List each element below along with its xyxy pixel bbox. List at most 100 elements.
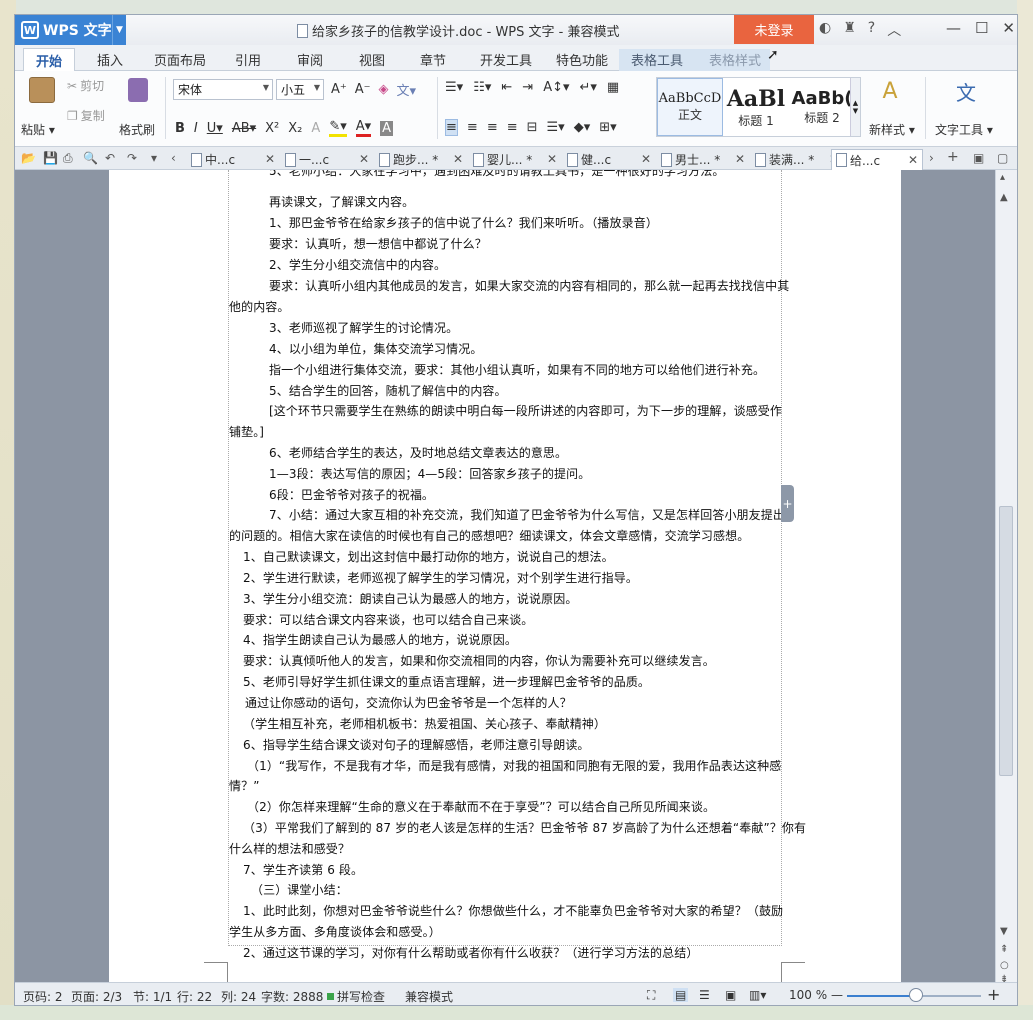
- cut-button[interactable]: ✂ 剪切: [67, 77, 104, 94]
- document-body[interactable]: 5、老师小结：大家在学习中，遇到困难及时的请教工具书，是一种很好的学习方法。 再…: [228, 170, 806, 960]
- page[interactable]: 5、老师小结：大家在学习中，遇到困难及时的请教工具书，是一种很好的学习方法。 再…: [109, 170, 901, 982]
- close-tab-icon[interactable]: ✕: [359, 152, 369, 166]
- align-left-icon[interactable]: ≡: [445, 119, 458, 136]
- spell-check-toggle[interactable]: 拼写检查: [327, 988, 385, 1005]
- tab-scroll-left-icon[interactable]: ‹: [171, 151, 176, 165]
- scroll-top-icon[interactable]: ▴: [1000, 172, 1005, 183]
- doc-tab[interactable]: 跑步... * ✕: [375, 149, 467, 170]
- text-effect-icon[interactable]: A: [311, 121, 320, 136]
- close-tab-icon[interactable]: ✕: [641, 152, 651, 166]
- bullet-list-icon[interactable]: ☰▾: [445, 80, 463, 95]
- minimize-icon[interactable]: —: [946, 19, 961, 37]
- phonetic-icon[interactable]: 文▾: [397, 80, 417, 99]
- save-icon[interactable]: 💾: [43, 151, 58, 165]
- chevron-down-icon[interactable]: ▼: [112, 15, 126, 45]
- char-shading-icon[interactable]: A: [380, 120, 394, 136]
- shading-icon[interactable]: ◆▾: [574, 120, 591, 135]
- close-tab-icon[interactable]: ✕: [547, 152, 557, 166]
- reading-view-icon[interactable]: ▥▾: [749, 988, 766, 1002]
- text-tools-button[interactable]: 文字工具 ▾: [935, 121, 993, 138]
- paste-label[interactable]: 粘贴 ▾: [21, 121, 55, 138]
- highlight-icon[interactable]: ✎▾: [329, 119, 347, 137]
- new-tab-icon[interactable]: +: [947, 149, 959, 165]
- doc-tab[interactable]: 中...c ✕: [187, 149, 279, 170]
- style-normal[interactable]: AaBbCcD 正文: [657, 78, 723, 136]
- doc-tab[interactable]: 装满... *✕: [751, 149, 843, 170]
- tab-page-layout[interactable]: 页面布局: [147, 48, 213, 71]
- close-tab-icon[interactable]: ✕: [453, 152, 463, 166]
- fullscreen-view-icon[interactable]: ⛶: [647, 988, 655, 1003]
- status-word-count[interactable]: 字数: 2888: [261, 988, 323, 1005]
- copy-button[interactable]: ❐ 复制: [67, 107, 105, 124]
- tab-scroll-right-icon[interactable]: ›: [929, 151, 934, 165]
- tab-list-icon[interactable]: ▣: [973, 151, 984, 165]
- select-browse-object-icon[interactable]: ○: [1000, 960, 1009, 971]
- outline-view-icon[interactable]: ☰: [699, 988, 710, 1002]
- text-tools-icon[interactable]: 文: [951, 77, 981, 105]
- tab-table-style[interactable]: 表格样式: [701, 48, 769, 71]
- italic-icon[interactable]: I: [194, 121, 198, 136]
- doc-tab[interactable]: 一...c ✕: [281, 149, 373, 170]
- align-center-icon[interactable]: ≡: [467, 120, 478, 135]
- tab-developer[interactable]: 开发工具: [473, 48, 539, 71]
- superscript-icon[interactable]: X²: [265, 121, 279, 136]
- format-painter-label[interactable]: 格式刷: [119, 121, 155, 138]
- shrink-font-icon[interactable]: A⁻: [355, 82, 371, 97]
- strikethrough-icon[interactable]: AB▾: [232, 121, 256, 136]
- close-icon[interactable]: ✕: [1002, 19, 1015, 37]
- table-icon[interactable]: ▦: [607, 80, 619, 95]
- doc-tab[interactable]: 男士... * ✕: [657, 149, 749, 170]
- tab-review[interactable]: 审阅: [289, 48, 331, 71]
- zoom-slider-handle[interactable]: [909, 988, 923, 1002]
- increase-indent-icon[interactable]: ⇥: [522, 80, 533, 95]
- bold-icon[interactable]: B: [175, 121, 185, 136]
- help-icon[interactable]: ?: [868, 20, 875, 40]
- page-view-icon[interactable]: ▤: [673, 988, 689, 1002]
- tab-view[interactable]: 视图: [351, 48, 393, 71]
- tab-menu-icon[interactable]: ▢: [997, 151, 1008, 165]
- distribute-icon[interactable]: ⊟: [527, 120, 538, 135]
- doc-tab[interactable]: 婴儿... * ✕: [469, 149, 561, 170]
- align-right-icon[interactable]: ≡: [487, 120, 498, 135]
- new-style-button[interactable]: 新样式 ▾: [869, 121, 915, 138]
- zoom-value[interactable]: 100 %: [789, 988, 827, 1002]
- font-name-select[interactable]: 宋体 ▼: [173, 79, 273, 100]
- border-icon[interactable]: ⊞▾: [599, 120, 616, 135]
- app-menu-button[interactable]: W WPS 文字 ▼: [15, 15, 126, 45]
- new-style-icon[interactable]: A: [875, 77, 905, 105]
- print-preview-icon[interactable]: 🔍: [83, 151, 98, 165]
- paste-button[interactable]: [25, 77, 59, 103]
- undo-icon[interactable]: ↶: [105, 151, 115, 165]
- tab-references[interactable]: 引用: [227, 48, 269, 71]
- tab-chapter[interactable]: 章节: [412, 48, 454, 71]
- clear-format-icon[interactable]: ◈: [379, 82, 389, 97]
- open-icon[interactable]: 📂: [21, 151, 36, 165]
- decrease-indent-icon[interactable]: ⇤: [501, 80, 512, 95]
- scroll-down-icon[interactable]: ▼: [1000, 926, 1008, 937]
- skin-icon[interactable]: ◐: [819, 20, 831, 40]
- numbered-list-icon[interactable]: ☷▾: [473, 80, 491, 95]
- font-color-icon[interactable]: A▾: [355, 119, 372, 137]
- shirt-icon[interactable]: ♜: [843, 20, 856, 40]
- style-heading2[interactable]: AaBb( 标题 2: [789, 78, 855, 136]
- doc-tab-active[interactable]: 给...c ✕: [831, 149, 923, 170]
- font-size-select[interactable]: 小五 ▼: [276, 79, 324, 100]
- line-break-icon[interactable]: ↵▾: [580, 80, 597, 95]
- justify-icon[interactable]: ≡: [507, 120, 518, 135]
- print-icon[interactable]: ⎙: [63, 151, 73, 166]
- scrollbar-thumb[interactable]: [999, 506, 1013, 776]
- doc-tab[interactable]: 健...c ✕: [563, 149, 655, 170]
- close-tab-icon[interactable]: ✕: [265, 152, 275, 166]
- style-heading1[interactable]: AaBl 标题 1: [723, 78, 789, 136]
- vertical-scrollbar[interactable]: ▴ ▲ ▼ ⇞ ○ ⇟: [995, 170, 1017, 985]
- collapse-ribbon-icon[interactable]: ︿: [887, 20, 901, 40]
- sort-icon[interactable]: A↕▾: [543, 80, 569, 95]
- line-spacing-icon[interactable]: ☰▾: [547, 120, 565, 135]
- close-tab-icon[interactable]: ✕: [735, 152, 745, 166]
- zoom-in-icon[interactable]: +: [987, 985, 1000, 1004]
- tab-insert[interactable]: 插入: [87, 48, 133, 71]
- zoom-out-icon[interactable]: —: [831, 988, 843, 1002]
- underline-icon[interactable]: U▾: [207, 121, 223, 136]
- web-view-icon[interactable]: ▣: [725, 988, 736, 1002]
- tab-special[interactable]: 特色功能: [549, 48, 615, 71]
